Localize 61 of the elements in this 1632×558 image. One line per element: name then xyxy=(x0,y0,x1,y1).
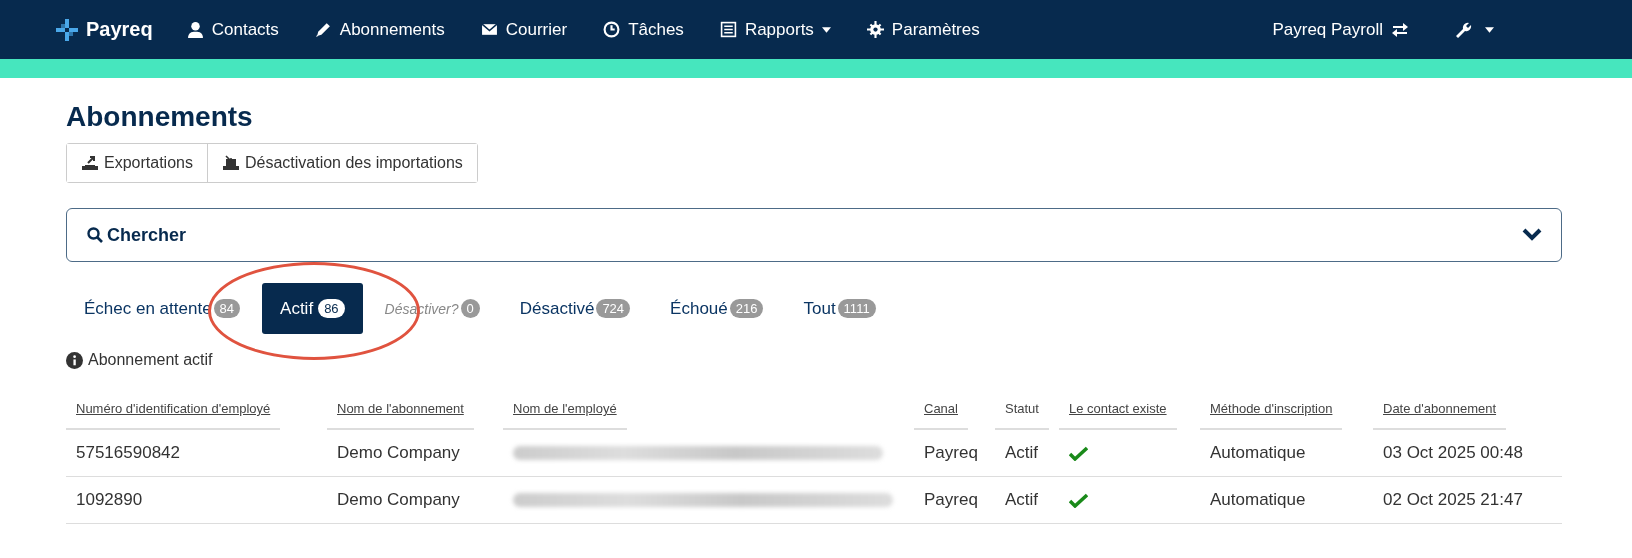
column-header-link[interactable]: Nom de l'abonnement xyxy=(327,387,474,430)
table-cell: 03 Oct 2025 00:48 xyxy=(1373,430,1562,477)
export-button[interactable]: Exportations xyxy=(67,144,208,182)
import-icon xyxy=(222,155,239,171)
filter-tab[interactable]: Actif 86 xyxy=(262,283,363,334)
logo-icon xyxy=(56,18,78,41)
filter-tab[interactable]: Échec en attente 84 xyxy=(66,283,259,334)
nav-link[interactable]: Paramètres xyxy=(866,19,980,40)
filter-tab[interactable]: Désactivé 724 xyxy=(501,283,649,334)
table-cell: 02 Oct 2025 21:47 xyxy=(1373,477,1562,524)
nav-link[interactable]: Tâches xyxy=(603,19,684,40)
list-icon xyxy=(719,21,737,38)
search-toggle[interactable]: Chercher xyxy=(87,224,187,246)
table-cell: 57516590842 xyxy=(66,430,327,477)
info-icon xyxy=(66,351,83,369)
filter-tab[interactable]: Échoué 216 xyxy=(652,283,782,334)
table-cell: Automatique xyxy=(1200,477,1373,524)
account-switcher[interactable]: Payreq Payroll xyxy=(1272,19,1409,40)
brand-name: Payreq xyxy=(86,18,153,41)
count-badge: 0 xyxy=(460,299,480,318)
page-title: Abonnements xyxy=(66,101,254,133)
count-badge: 1111 xyxy=(837,299,876,318)
filter-tab[interactable]: Tout 1111 xyxy=(785,283,894,334)
table-cell: Demo Company xyxy=(327,430,503,477)
envelope-icon xyxy=(480,21,498,38)
table-cell: Demo Company xyxy=(327,477,503,524)
column-header: Statut xyxy=(995,387,1049,430)
nav-link[interactable]: Contacts xyxy=(186,19,279,40)
info-text: Abonnement actif xyxy=(88,351,213,369)
caret-icon xyxy=(821,26,831,33)
search-icon xyxy=(87,227,103,243)
count-badge: 724 xyxy=(596,299,631,318)
settings-icon xyxy=(866,21,884,38)
wrench-icon xyxy=(1455,20,1473,39)
table-cell: Payreq xyxy=(914,430,995,477)
column-header-link[interactable]: Méthode d'inscription xyxy=(1200,387,1343,430)
column-header-link[interactable]: Numéro d'identification d'employé xyxy=(66,387,281,430)
table-cell: Automatique xyxy=(1200,430,1373,477)
export-icon xyxy=(82,155,98,171)
caret-icon xyxy=(1485,26,1494,33)
search-panel[interactable]: Chercher xyxy=(66,208,1562,262)
pencil-icon xyxy=(314,21,332,38)
person-icon xyxy=(186,21,204,38)
clock-icon xyxy=(603,21,621,38)
column-header-link[interactable]: Date d'abonnement xyxy=(1373,387,1507,430)
nav-link[interactable]: Courrier xyxy=(480,19,568,40)
table-cell: Payreq xyxy=(914,477,995,524)
brand-logo[interactable]: Payreq xyxy=(56,18,153,41)
column-header-link[interactable]: Le contact existe xyxy=(1059,387,1177,430)
table-cell: Actif xyxy=(995,430,1059,477)
column-header-link[interactable]: Nom de l'employé xyxy=(503,387,627,430)
count-badge: 216 xyxy=(729,299,764,318)
tools-menu[interactable] xyxy=(1455,20,1494,39)
table-cell: 1092890 xyxy=(66,477,327,524)
nav-link[interactable]: Abonnements xyxy=(314,19,445,40)
swap-icon xyxy=(1391,21,1409,38)
table-cell: Actif xyxy=(995,477,1059,524)
count-badge: 84 xyxy=(213,299,241,318)
column-header-link[interactable]: Canal xyxy=(914,387,968,430)
count-badge: 86 xyxy=(318,299,345,318)
nav-link[interactable]: Rapports xyxy=(719,19,831,40)
